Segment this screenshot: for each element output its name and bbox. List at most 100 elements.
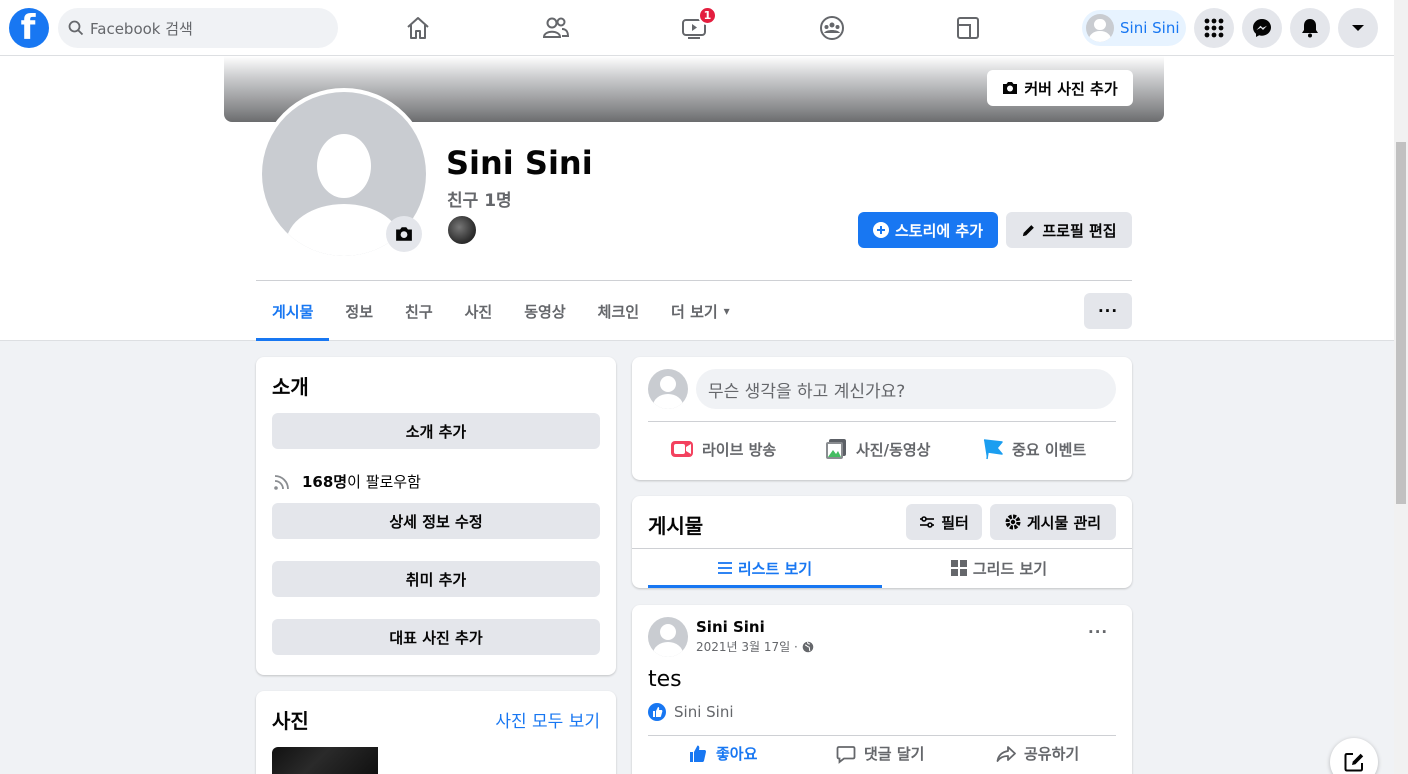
post-author[interactable]: Sini Sini [696, 618, 765, 636]
scrollbar[interactable] [1394, 0, 1408, 774]
divider [648, 421, 1116, 422]
tab-videos[interactable]: 동영상 [508, 281, 581, 341]
post-card: Sini Sini 2021년 3월 17일 · ··· tes Sini Si… [632, 605, 1132, 774]
search-input[interactable]: Facebook 검색 [58, 8, 338, 48]
filter-label: 필터 [941, 513, 969, 532]
notifications-button[interactable] [1290, 8, 1330, 48]
manage-posts-button[interactable]: 게시물 관리 [990, 504, 1116, 540]
add-to-story-label: 스토리에 추가 [894, 221, 984, 240]
add-cover-photo-button[interactable]: 커버 사진 추가 [987, 70, 1133, 106]
nav-friends[interactable] [500, 0, 612, 56]
facebook-logo-icon[interactable]: f [9, 8, 49, 48]
intro-card: 소개 소개 추가 168명이 팔로우함 상세 정보 수정 취미 추가 대표 사진… [256, 357, 616, 675]
avatar[interactable] [648, 617, 688, 657]
live-video-button[interactable]: 라이브 방송 [670, 429, 776, 469]
nav-home[interactable] [362, 0, 474, 56]
globe-icon [802, 641, 814, 652]
profile-more-button[interactable]: ··· [1084, 293, 1132, 329]
composer-input[interactable]: 무슨 생각을 하고 계신가요? [696, 369, 1116, 409]
photo-icon [826, 439, 846, 459]
bell-icon [1302, 19, 1318, 38]
edit-profile-label: 프로필 편집 [1042, 221, 1117, 240]
grid-icon [950, 560, 967, 576]
share-icon [996, 745, 1016, 762]
top-nav: f Facebook 검색 1 Sini Sini [0, 0, 1394, 56]
new-message-button[interactable] [1330, 738, 1378, 774]
edit-profile-button[interactable]: 프로필 편집 [1006, 212, 1132, 248]
post-options-button[interactable]: ··· [1088, 623, 1108, 641]
user-profile-chip[interactable]: Sini Sini [1082, 10, 1186, 46]
photo-video-button[interactable]: 사진/동영상 [824, 429, 930, 469]
camera-icon [396, 227, 412, 241]
edit-details-button[interactable]: 상세 정보 수정 [272, 503, 600, 539]
profile-header: 커버 사진 추가 Sini Sini 친구 1명 스토리에 추가 프로필 편집 … [0, 56, 1394, 341]
plus-circle-icon [872, 222, 889, 238]
pencil-icon [1023, 224, 1035, 236]
life-event-label: 중요 이벤트 [1012, 440, 1087, 459]
posts-header-card: 게시물 필터 게시물 관리 리스트 보기 그리드 보기 [632, 496, 1132, 588]
friend-count[interactable]: 친구 1명 [447, 186, 512, 211]
filter-icon [920, 516, 935, 528]
comment-button[interactable]: 댓글 달기 [836, 743, 924, 764]
friend-avatar[interactable] [446, 214, 478, 246]
messenger-icon [1253, 19, 1271, 37]
flag-icon [983, 439, 1003, 460]
photo-thumbnail[interactable] [272, 747, 378, 774]
nav-watch[interactable]: 1 [638, 0, 750, 56]
avatar[interactable] [648, 369, 688, 409]
composer-card: 무슨 생각을 하고 계신가요? 라이브 방송 사진/동영상 중요 이벤트 [632, 357, 1132, 480]
menu-button[interactable] [1194, 8, 1234, 48]
add-to-story-button[interactable]: 스토리에 추가 [858, 212, 998, 248]
tab-photos[interactable]: 사진 [449, 281, 509, 341]
comment-icon [836, 745, 856, 764]
divider [648, 735, 1116, 736]
reactions-row[interactable]: Sini Sini [648, 703, 734, 721]
post-text: tes [648, 667, 682, 692]
post-date[interactable]: 2021년 3월 17일 · [696, 638, 798, 655]
manage-posts-label: 게시물 관리 [1026, 513, 1102, 532]
list-view-label: 리스트 보기 [737, 559, 813, 578]
tab-checkins[interactable]: 체크인 [582, 281, 655, 341]
friends-icon [542, 17, 570, 38]
posts-title: 게시물 [648, 514, 704, 538]
messenger-button[interactable] [1242, 8, 1282, 48]
profile-tabs: 게시물 정보 친구 사진 동영상 체크인 더 보기 ▾ [256, 281, 746, 341]
gaming-icon [957, 17, 979, 39]
list-icon [717, 562, 732, 574]
post-meta: 2021년 3월 17일 · [696, 638, 814, 655]
account-button[interactable] [1338, 8, 1378, 48]
add-hobbies-button[interactable]: 취미 추가 [272, 561, 600, 597]
tab-posts[interactable]: 게시물 [256, 281, 330, 341]
followers-count[interactable]: 168명 [302, 473, 347, 491]
tab-label: 게시물 [272, 302, 314, 321]
user-name: Sini Sini [1120, 19, 1180, 37]
grid-menu-icon [1204, 18, 1224, 38]
add-bio-button[interactable]: 소개 추가 [272, 413, 600, 449]
groups-icon [820, 16, 844, 40]
rss-icon [274, 474, 289, 490]
chevron-down-icon: ▾ [723, 304, 730, 318]
like-button[interactable]: 좋아요 [688, 743, 757, 764]
add-featured-button[interactable]: 대표 사진 추가 [272, 619, 600, 655]
live-video-icon [671, 441, 693, 457]
tab-about[interactable]: 정보 [329, 281, 389, 341]
filter-button[interactable]: 필터 [906, 504, 982, 540]
photos-card: 사진 사진 모두 보기 [256, 691, 616, 774]
list-view-tab[interactable]: 리스트 보기 [648, 548, 882, 588]
share-button[interactable]: 공유하기 [996, 743, 1079, 764]
home-icon [407, 17, 429, 39]
thumbs-up-icon [690, 745, 706, 762]
avatar [1086, 14, 1114, 42]
comment-label: 댓글 달기 [864, 745, 925, 763]
tab-friends[interactable]: 친구 [389, 281, 449, 341]
nav-groups[interactable] [776, 0, 888, 56]
scrollbar-thumb[interactable] [1396, 142, 1406, 504]
life-event-button[interactable]: 중요 이벤트 [982, 429, 1086, 469]
update-profile-picture-button[interactable] [386, 216, 422, 252]
tab-label: 정보 [345, 302, 374, 321]
see-all-photos-link[interactable]: 사진 모두 보기 [495, 707, 600, 732]
nav-gaming[interactable] [912, 0, 1024, 56]
active-tab-indicator [648, 585, 882, 588]
tab-more[interactable]: 더 보기 ▾ [655, 281, 746, 341]
grid-view-tab[interactable]: 그리드 보기 [882, 548, 1116, 588]
